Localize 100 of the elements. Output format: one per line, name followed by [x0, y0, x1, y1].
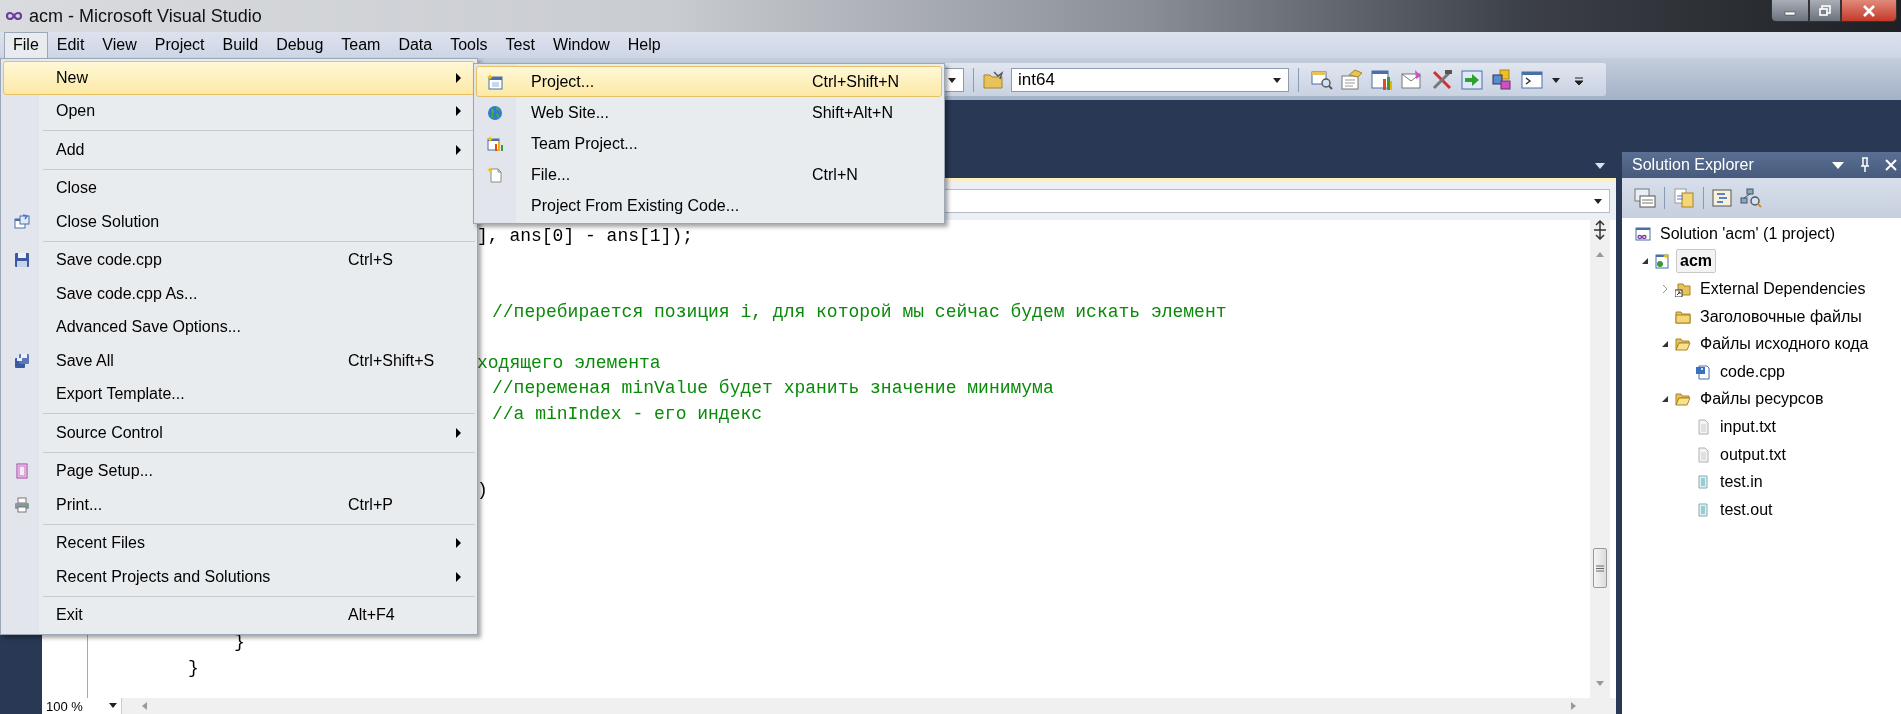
menu-bar-item[interactable]: Window	[543, 32, 619, 58]
menu-item[interactable]: Print... Ctrl+P	[3, 488, 475, 522]
window-title: acm - Microsoft Visual Studio	[29, 5, 262, 27]
file-icon	[1695, 501, 1711, 518]
folder-icon	[1675, 336, 1691, 353]
tree-item[interactable]: External Dependencies	[1696, 277, 1870, 301]
caret-icon[interactable]	[1831, 160, 1845, 170]
folder-shortcut-icon	[1675, 281, 1691, 297]
menu-item[interactable]: Team Project...	[476, 128, 942, 159]
menu-item[interactable]: File... Ctrl+N	[476, 159, 942, 190]
tree-item[interactable]: output.txt	[1716, 442, 1790, 467]
list-icon[interactable]	[1712, 188, 1732, 208]
windows-icon	[14, 213, 30, 230]
window-magnifier-icon[interactable]	[1311, 68, 1333, 91]
tree-item[interactable]: Заголовочные файлы	[1696, 304, 1866, 329]
diagram-magnifier-icon[interactable]	[1740, 188, 1762, 208]
folder-icon	[1675, 391, 1691, 408]
menu-item[interactable]: Close Solution	[3, 205, 475, 239]
menu-item[interactable]: Web Site... Shift+Alt+N	[476, 97, 942, 128]
caret-icon	[1272, 75, 1282, 84]
menu-item[interactable]: Add	[3, 133, 475, 167]
expanded-arrow-icon[interactable]	[1661, 395, 1669, 404]
code-comment: //перебирается позиция i, для которой мы сейчас будем искать элемент	[492, 301, 1227, 325]
panel-header: Solution Explorer	[1622, 152, 1901, 178]
stacked-squares-icon[interactable]	[1491, 68, 1513, 91]
scrollbar-thumb[interactable]	[1593, 548, 1607, 588]
menu-bar-item[interactable]: Build	[213, 32, 268, 58]
menu-item[interactable]: Save All Ctrl+Shift+S	[3, 344, 475, 378]
folder-icon	[1675, 308, 1691, 325]
menu-item[interactable]: Recent Projects and Solutions	[3, 560, 475, 594]
tree-item[interactable]: test.out	[1716, 497, 1777, 522]
page-icon	[14, 463, 30, 480]
menu-item[interactable]: Exit Alt+F4	[3, 598, 475, 632]
tree-item[interactable]: test.in	[1716, 470, 1767, 495]
menu-item[interactable]: Close	[3, 171, 475, 205]
restore-button[interactable]	[1809, 0, 1841, 22]
floppy-disks-icon	[14, 352, 30, 369]
page-star-icon	[487, 166, 503, 183]
console-icon[interactable]	[1521, 68, 1543, 91]
cpp-file-icon	[1695, 363, 1711, 380]
menu-item[interactable]: Source Control	[3, 416, 475, 450]
tools-icon[interactable]	[1431, 68, 1453, 91]
menu-bar-item[interactable]: Debug	[267, 32, 333, 58]
configuration-combo[interactable]: int64	[1011, 67, 1289, 92]
menu-bar-item[interactable]: Help	[618, 32, 670, 58]
menu-bar-item[interactable]: Edit	[47, 32, 94, 58]
menu-bar-item[interactable]: Team	[332, 32, 390, 58]
tree-item[interactable]: input.txt	[1716, 414, 1781, 439]
caret-icon	[947, 75, 957, 84]
splitter-icon[interactable]	[1593, 220, 1607, 240]
file-icon	[1695, 446, 1711, 463]
expanded-arrow-icon[interactable]	[1641, 257, 1649, 266]
solution-icon	[1635, 225, 1651, 242]
menu-item[interactable]: New	[3, 61, 475, 95]
printer-icon	[14, 496, 30, 513]
code-comment: //a minIndex - его индекс	[492, 402, 763, 426]
globe-icon	[487, 104, 503, 121]
caret-icon[interactable]	[1594, 162, 1606, 170]
tree-item[interactable]: Файлы ресурсов	[1696, 387, 1828, 412]
zoom-dropdown[interactable]: 100 %	[42, 698, 122, 714]
menu-item[interactable]: Export Template...	[3, 377, 475, 411]
code-line: }	[188, 656, 199, 680]
restore-icon	[1819, 5, 1831, 16]
caret-icon	[109, 703, 117, 709]
code-comment: //переменая minValue будет хранить значение минимума	[492, 377, 1054, 401]
minimize-button[interactable]	[1771, 0, 1809, 22]
menu-bar-item[interactable]: Tools	[441, 32, 497, 58]
tree-item[interactable]: acm	[1676, 249, 1717, 274]
file-icon	[1695, 418, 1711, 435]
tree-item[interactable]: code.cpp	[1716, 359, 1789, 384]
menu-item[interactable]: Save code.cpp As...	[3, 277, 475, 311]
pin-icon[interactable]	[1859, 157, 1871, 173]
tree-item[interactable]: Файлы исходного кода	[1696, 332, 1873, 357]
envelope-icon[interactable]	[1401, 68, 1423, 91]
code-line: )	[477, 478, 488, 502]
menu-item[interactable]: Save code.cpp Ctrl+S	[3, 243, 475, 277]
menu-bar-item[interactable]: View	[93, 32, 146, 58]
menu-item[interactable]: Open	[3, 94, 475, 128]
caret-icon	[1593, 197, 1603, 205]
caret-icon[interactable]	[1551, 75, 1561, 84]
menu-bar-item[interactable]: Data	[389, 32, 442, 58]
menu-bar-item[interactable]: Project	[145, 32, 214, 58]
window-chart-icon[interactable]	[1371, 68, 1393, 91]
arrow-box-icon[interactable]	[1461, 68, 1483, 91]
menu-bar-item[interactable]: File	[4, 32, 48, 58]
window-chart-icon	[487, 135, 503, 152]
tree-item[interactable]: Solution 'acm' (1 project)	[1656, 221, 1840, 246]
code-line: ], ans[0] - ans[1]);	[477, 225, 694, 248]
copy-files-icon[interactable]	[1673, 188, 1695, 208]
expanded-arrow-icon[interactable]	[1661, 340, 1669, 349]
menu-item[interactable]: Project... Ctrl+Shift+N	[476, 66, 942, 97]
menu-item[interactable]: Advanced Save Options...	[3, 310, 475, 344]
close-icon[interactable]	[1885, 159, 1897, 171]
close-button[interactable]	[1841, 0, 1897, 22]
menu-bar-item[interactable]: Test	[496, 32, 544, 58]
menu-item[interactable]: Recent Files	[3, 526, 475, 560]
folder-icon[interactable]	[983, 69, 1005, 90]
menu-item[interactable]: Page Setup...	[3, 454, 475, 488]
window-list-icon[interactable]	[1634, 188, 1656, 208]
card-hand-icon[interactable]	[1341, 68, 1363, 91]
